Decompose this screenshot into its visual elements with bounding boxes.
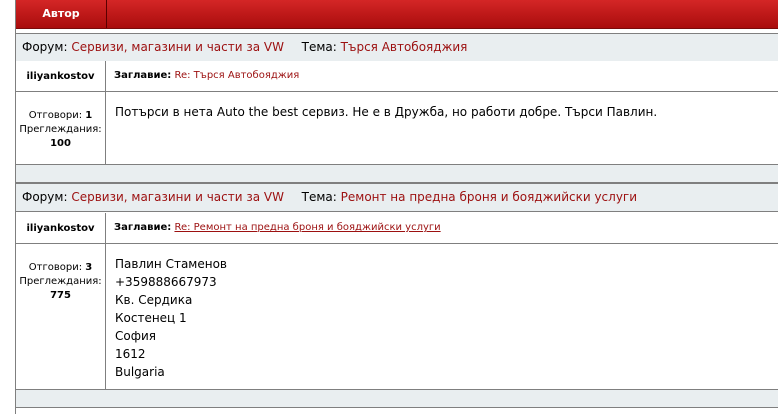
- post-separator: [16, 390, 778, 408]
- topic-label: Тема:: [301, 190, 337, 204]
- forum-link[interactable]: Сервизи, магазини и части за VW: [71, 190, 284, 204]
- message-line: +359888667973: [115, 275, 217, 289]
- topic-link[interactable]: Ремонт на предна броня и бояджийски услу…: [341, 190, 637, 204]
- post-message: Павлин Стаменов +359888667973 Кв. Сердик…: [115, 255, 771, 381]
- topic-link[interactable]: Търся Автобояджия: [341, 40, 468, 54]
- post-body-row: Отговори: 1 Преглеждания: 100 Потърси в …: [16, 92, 778, 165]
- message-line: 1612: [115, 347, 146, 361]
- post-forum-row: Форум: Сервизи, магазини и части за VW Т…: [16, 33, 778, 62]
- views-count: 100: [50, 138, 71, 149]
- views-count: 775: [50, 290, 71, 301]
- post-title-row: iliyankostov Заглавие: Re: Ремонт на пре…: [16, 213, 778, 244]
- post-stats: Отговори: 3 Преглеждания: 775: [16, 244, 106, 389]
- post-author[interactable]: iliyankostov: [16, 213, 106, 243]
- post-title-link[interactable]: Re: Търся Автобояджия: [174, 70, 299, 81]
- post-author[interactable]: iliyankostov: [16, 61, 106, 91]
- views-label: Преглеждания:: [19, 124, 102, 135]
- forum-posts-table: Автор Форум: Сервизи, магазини и части з…: [15, 0, 778, 414]
- post-forum-row: Форум: Сервизи, магазини и части за VW Т…: [16, 183, 778, 212]
- message-line: Павлин Стаменов: [115, 257, 227, 271]
- replies-count: 1: [85, 110, 93, 121]
- title-label: Заглавие:: [114, 222, 172, 233]
- forum-link[interactable]: Сервизи, магазини и части за VW: [71, 40, 284, 54]
- post-title-cell: Заглавие: Re: Ремонт на предна броня и б…: [114, 213, 441, 243]
- message-line: Bulgaria: [115, 365, 165, 379]
- replies-count: 3: [85, 262, 93, 273]
- message-line: Кв. Сердика: [115, 293, 193, 307]
- title-label: Заглавие:: [114, 70, 172, 81]
- message-line: София: [115, 329, 156, 343]
- table-header: Автор: [16, 0, 778, 29]
- post-body-row: Отговори: 3 Преглеждания: 775 Павлин Ста…: [16, 244, 778, 390]
- forum-label: Форум:: [22, 190, 68, 204]
- message-line: Потърси в нета Auto the best сервиз. Не …: [115, 105, 658, 119]
- forum-label: Форум:: [22, 40, 68, 54]
- replies-label: Отговори:: [28, 110, 83, 121]
- replies-label: Отговори:: [28, 262, 83, 273]
- post-title-row: iliyankostov Заглавие: Re: Търся Автобоя…: [16, 61, 778, 92]
- views-label: Преглеждания:: [19, 276, 102, 287]
- topic-label: Тема:: [301, 40, 337, 54]
- author-column-header: Автор: [16, 0, 107, 28]
- post-stats: Отговори: 1 Преглеждания: 100: [16, 92, 106, 164]
- post-separator: [16, 165, 778, 183]
- message-line: Костенец 1: [115, 311, 187, 325]
- post-message: Потърси в нета Auto the best сервиз. Не …: [115, 103, 771, 121]
- post-title-cell: Заглавие: Re: Търся Автобояджия: [114, 61, 299, 91]
- post-title-link[interactable]: Re: Ремонт на предна броня и бояджийски …: [174, 222, 440, 233]
